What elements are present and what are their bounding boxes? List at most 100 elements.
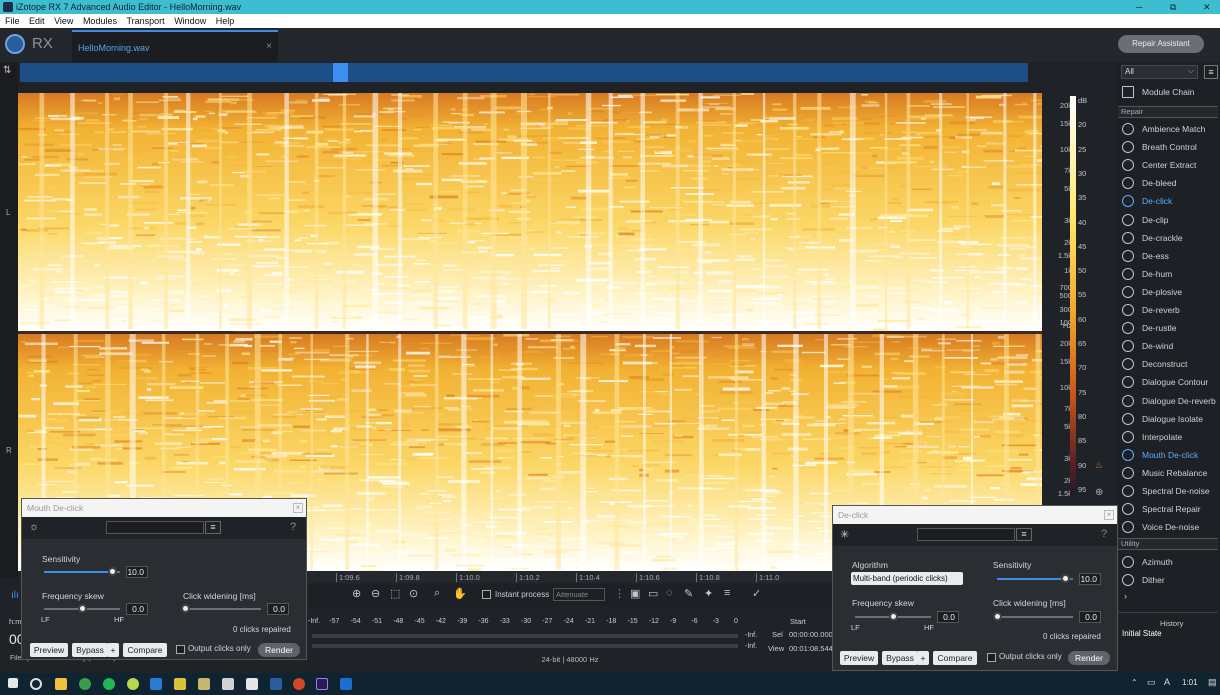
mouth-declick-title[interactable]: Mouth De-click × — [22, 499, 306, 517]
powerpoint-icon[interactable] — [293, 678, 305, 690]
output-clicks-only-checkbox[interactable] — [176, 645, 185, 654]
utility-section-header[interactable]: Utility — [1118, 538, 1218, 550]
app-icon[interactable] — [174, 678, 186, 690]
algorithm-select[interactable]: Multi-band (periodic clicks) — [851, 572, 963, 585]
search-icon[interactable] — [30, 678, 42, 690]
app-icon[interactable] — [127, 678, 139, 690]
timeline-ruler[interactable]: 1:09.6 1:09.8 1:10.0 1:10.2 1:10.4 1:10.6 1:10… — [308, 571, 832, 583]
module-dither[interactable]: Dither — [1122, 571, 1218, 589]
app-icon[interactable] — [246, 678, 258, 690]
sensitivity-knob[interactable] — [1061, 574, 1071, 583]
harmonics-icon[interactable]: ≡ — [724, 587, 730, 599]
sensitivity-value[interactable]: 10.0 — [1079, 573, 1101, 585]
tray-chevron-icon[interactable]: ⌃ — [1131, 678, 1138, 687]
menu-modules[interactable]: Modules — [83, 16, 117, 26]
rect-selection-icon[interactable]: ▣ — [630, 587, 640, 600]
module-interpolate[interactable]: Interpolate — [1122, 428, 1218, 446]
output-clicks-only-checkbox[interactable] — [987, 653, 996, 662]
preview-button[interactable]: Preview — [30, 643, 68, 657]
frequency-skew-knob[interactable] — [889, 612, 898, 621]
attenuate-select[interactable]: Attenuate — [553, 588, 605, 601]
repair-assistant-button[interactable]: Repair Assistant — [1118, 35, 1204, 53]
dialog-close-icon[interactable]: × — [1104, 510, 1114, 520]
module-de-bleed[interactable]: De-bleed — [1122, 174, 1218, 192]
frequency-skew-value[interactable]: 0.0 — [126, 603, 148, 615]
module-center-extract[interactable]: Center Extract — [1122, 156, 1218, 174]
module-filter-select[interactable]: All — [1121, 65, 1198, 79]
lasso-icon[interactable]: ◌ — [666, 587, 673, 599]
click-widening-slider[interactable] — [993, 612, 1073, 621]
start-icon[interactable] — [8, 678, 18, 688]
help-icon[interactable]: ? — [1101, 528, 1107, 540]
minimize-button[interactable]: ─ — [1136, 0, 1142, 14]
history-item[interactable]: Initial State — [1122, 629, 1162, 638]
color-settings-icon[interactable]: ♨ — [1095, 460, 1103, 471]
frequency-skew-knob[interactable] — [78, 604, 87, 613]
module-de-ess[interactable]: De-ess — [1122, 247, 1218, 265]
sensitivity-knob[interactable] — [108, 567, 118, 576]
click-widening-value[interactable]: 0.0 — [1079, 611, 1101, 623]
declick-title[interactable]: De-click × — [833, 506, 1117, 524]
frequency-skew-slider[interactable] — [855, 612, 931, 621]
zoom-icon[interactable]: ⊕ — [1095, 487, 1103, 498]
module-de-click[interactable]: De-click — [1122, 192, 1218, 210]
module-de-clip[interactable]: De-clip — [1122, 211, 1218, 229]
premiere-icon[interactable] — [316, 678, 328, 690]
click-widening-value[interactable]: 0.0 — [267, 603, 289, 615]
time-selection-icon[interactable]: ⋮ — [614, 587, 625, 600]
waveform-tool-icon[interactable]: ✓ — [752, 587, 761, 600]
module-de-crackle[interactable]: De-crackle — [1122, 229, 1218, 247]
module-deconstruct[interactable]: Deconstruct — [1122, 355, 1218, 373]
restore-button[interactable]: ⧉ — [1170, 0, 1176, 14]
zoom-selection-icon[interactable]: ⬚ — [390, 587, 400, 600]
file-tab[interactable]: HelloMorning.wav × — [72, 30, 278, 62]
module-breath-control[interactable]: Breath Control — [1122, 138, 1218, 156]
click-widening-knob[interactable] — [181, 604, 190, 613]
module-de-rustle[interactable]: De-rustle — [1122, 319, 1218, 337]
close-tab-icon[interactable]: × — [266, 41, 272, 52]
preview-button[interactable]: Preview — [840, 651, 878, 665]
preset-select[interactable] — [917, 528, 1015, 541]
compare-button[interactable]: Compare — [123, 643, 167, 657]
collapse-icon[interactable]: ⇅ — [3, 65, 11, 76]
network-icon[interactable]: ▭ — [1147, 677, 1156, 688]
module-azimuth[interactable]: Azimuth — [1122, 553, 1218, 571]
hand-icon[interactable]: ✋ — [453, 587, 467, 600]
preset-select[interactable] — [106, 521, 204, 534]
module-mouth-de-click[interactable]: Mouth De-click — [1122, 446, 1218, 464]
menu-transport[interactable]: Transport — [126, 16, 164, 26]
menu-help[interactable]: Help — [216, 16, 235, 26]
filter-chevron-icon[interactable]: ⌵ — [1188, 66, 1194, 76]
module-dialogue-isolate[interactable]: Dialogue Isolate — [1122, 410, 1218, 428]
vscode-icon[interactable] — [150, 678, 162, 690]
module-chain-item[interactable]: Module Chain — [1122, 83, 1218, 101]
spotify-icon[interactable] — [103, 678, 115, 690]
sensitivity-slider[interactable] — [44, 567, 120, 576]
click-widening-knob[interactable] — [993, 612, 1002, 621]
module-voice-de-noise[interactable]: Voice De-noise — [1122, 518, 1218, 536]
render-button[interactable]: Render — [258, 643, 300, 657]
module-spectral-de-noise[interactable]: Spectral De-noise — [1122, 482, 1218, 500]
repair-section-header[interactable]: Repair — [1118, 106, 1218, 118]
app-icon[interactable] — [198, 678, 210, 690]
menu-window[interactable]: Window — [174, 16, 206, 26]
magnify-icon[interactable]: ⌕ — [434, 587, 440, 600]
bypass-button[interactable]: Bypass — [882, 651, 918, 665]
module-de-plosive[interactable]: De-plosive — [1122, 283, 1218, 301]
magic-wand-icon[interactable]: ✦ — [704, 587, 713, 600]
preset-menu-icon[interactable]: ≡ — [205, 521, 221, 534]
freq-selection-icon[interactable]: ▭ — [648, 587, 658, 600]
notification-icon[interactable]: ▤ — [1208, 677, 1217, 688]
sensitivity-slider[interactable] — [997, 574, 1073, 583]
zoom-in-icon[interactable]: ⊕ — [352, 587, 361, 600]
zoom-out-icon[interactable]: ⊖ — [371, 587, 380, 600]
module-de-reverb[interactable]: De-reverb — [1122, 301, 1218, 319]
module-de-hum[interactable]: De-hum — [1122, 265, 1218, 283]
expand-arrow-icon[interactable]: › — [1124, 591, 1127, 601]
zoom-fit-icon[interactable]: ⊙ — [409, 587, 418, 600]
izotope-rx-icon[interactable] — [340, 678, 352, 690]
help-icon[interactable]: ? — [290, 521, 296, 533]
bypass-plus-button[interactable]: + — [107, 643, 119, 657]
store-icon[interactable] — [222, 678, 234, 690]
bypass-plus-button[interactable]: + — [917, 651, 929, 665]
